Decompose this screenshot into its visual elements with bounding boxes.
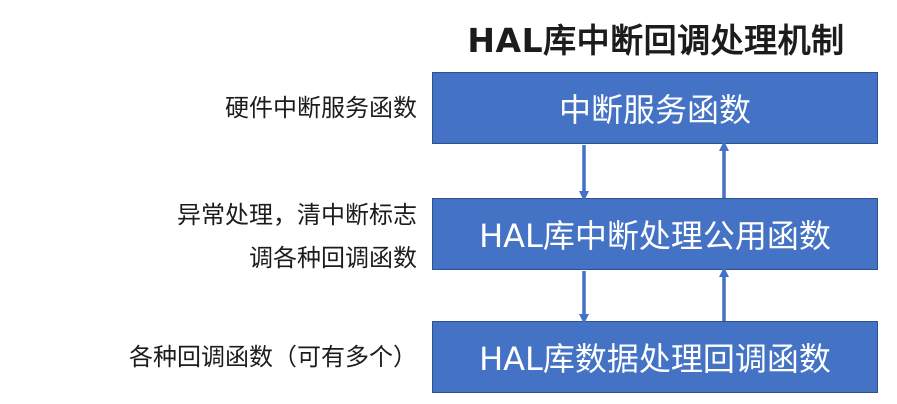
flow-arrows <box>579 141 729 324</box>
